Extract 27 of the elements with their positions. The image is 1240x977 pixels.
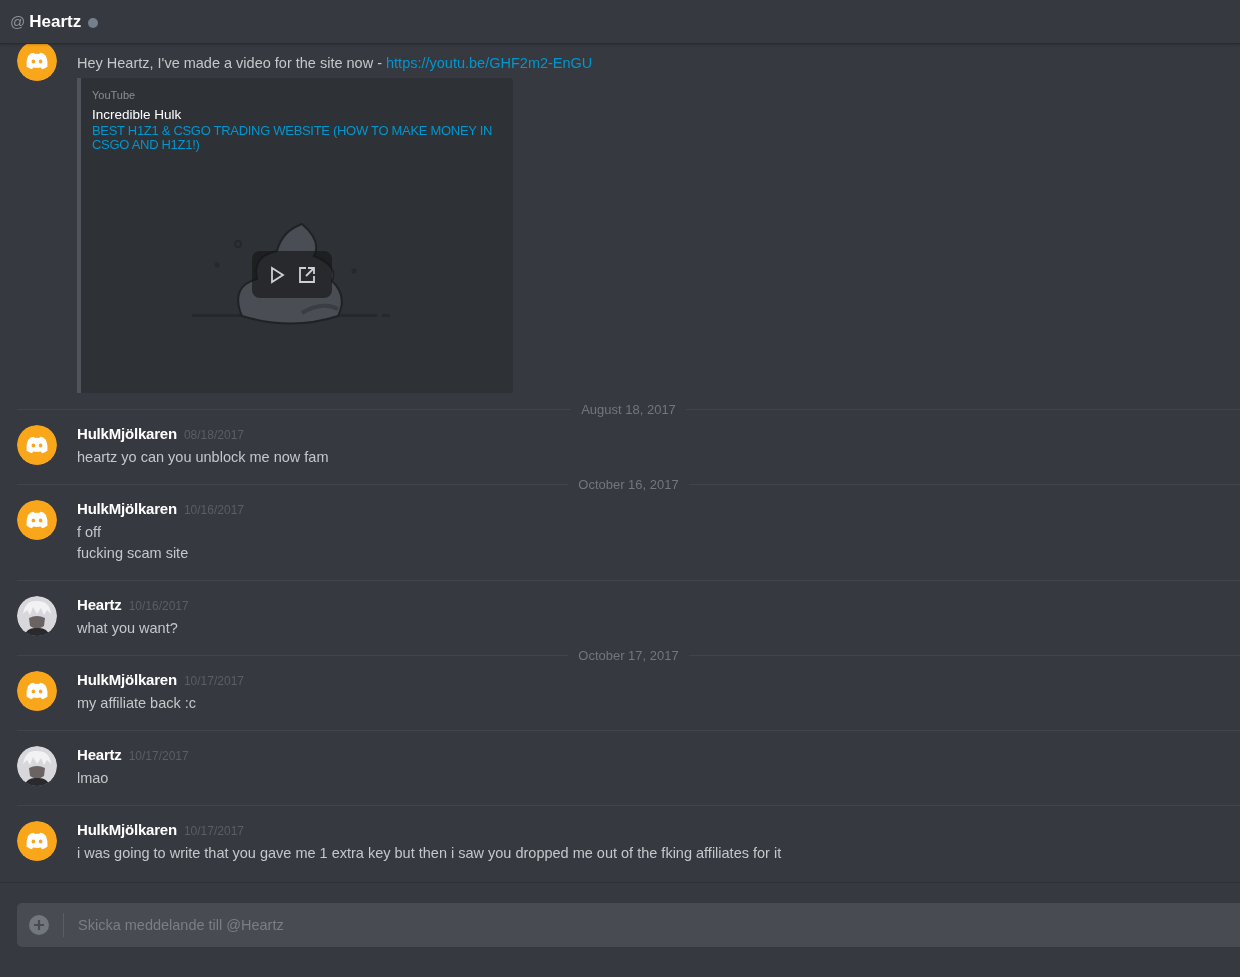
username[interactable]: HulkMjölkaren (77, 821, 177, 838)
message-text: my affiliate back :c (77, 694, 197, 713)
message-text: what you want? (77, 619, 179, 638)
avatar-icon[interactable] (17, 425, 57, 465)
avatar-icon[interactable] (17, 821, 57, 861)
message-text: heartz yo can you unblock me now fam (77, 448, 329, 467)
avatar-icon[interactable] (17, 671, 57, 711)
avatar-icon[interactable] (17, 746, 57, 786)
external-link-icon[interactable] (297, 264, 317, 285)
message-text: f off (77, 523, 102, 542)
channel-name: Heartz (29, 11, 82, 32)
username[interactable]: HulkMjölkaren (77, 671, 177, 688)
avatar-icon[interactable] (17, 596, 57, 636)
at-sign: @ (10, 13, 26, 30)
username[interactable]: HulkMjölkaren (77, 425, 177, 442)
username[interactable]: Heartz (77, 746, 122, 763)
username[interactable]: HulkMjölkaren (77, 500, 177, 517)
embed-title[interactable]: BEST H1Z1 & CSGO TRADING WEBSITE (HOW TO MAKE MONEY IN CSGO AND H1Z1!) (92, 124, 503, 152)
embed-provider: YouTube (92, 88, 137, 102)
message-text: fucking scam site (77, 544, 190, 563)
username[interactable]: Heartz (77, 596, 122, 613)
message-text: lmao (77, 769, 110, 788)
message-text: i was going to write that you gave me 1 extra key but then i saw you dropped me out of the fking affiliates for it (77, 844, 782, 863)
embed-author[interactable]: Incredible Hulk (92, 106, 503, 124)
avatar-icon[interactable] (17, 44, 57, 81)
avatar-icon[interactable] (17, 500, 57, 540)
message-text: Hey Heartz, I've made a video for the site now - https://youtu.be/GHF2m2-EnGU (77, 54, 593, 73)
